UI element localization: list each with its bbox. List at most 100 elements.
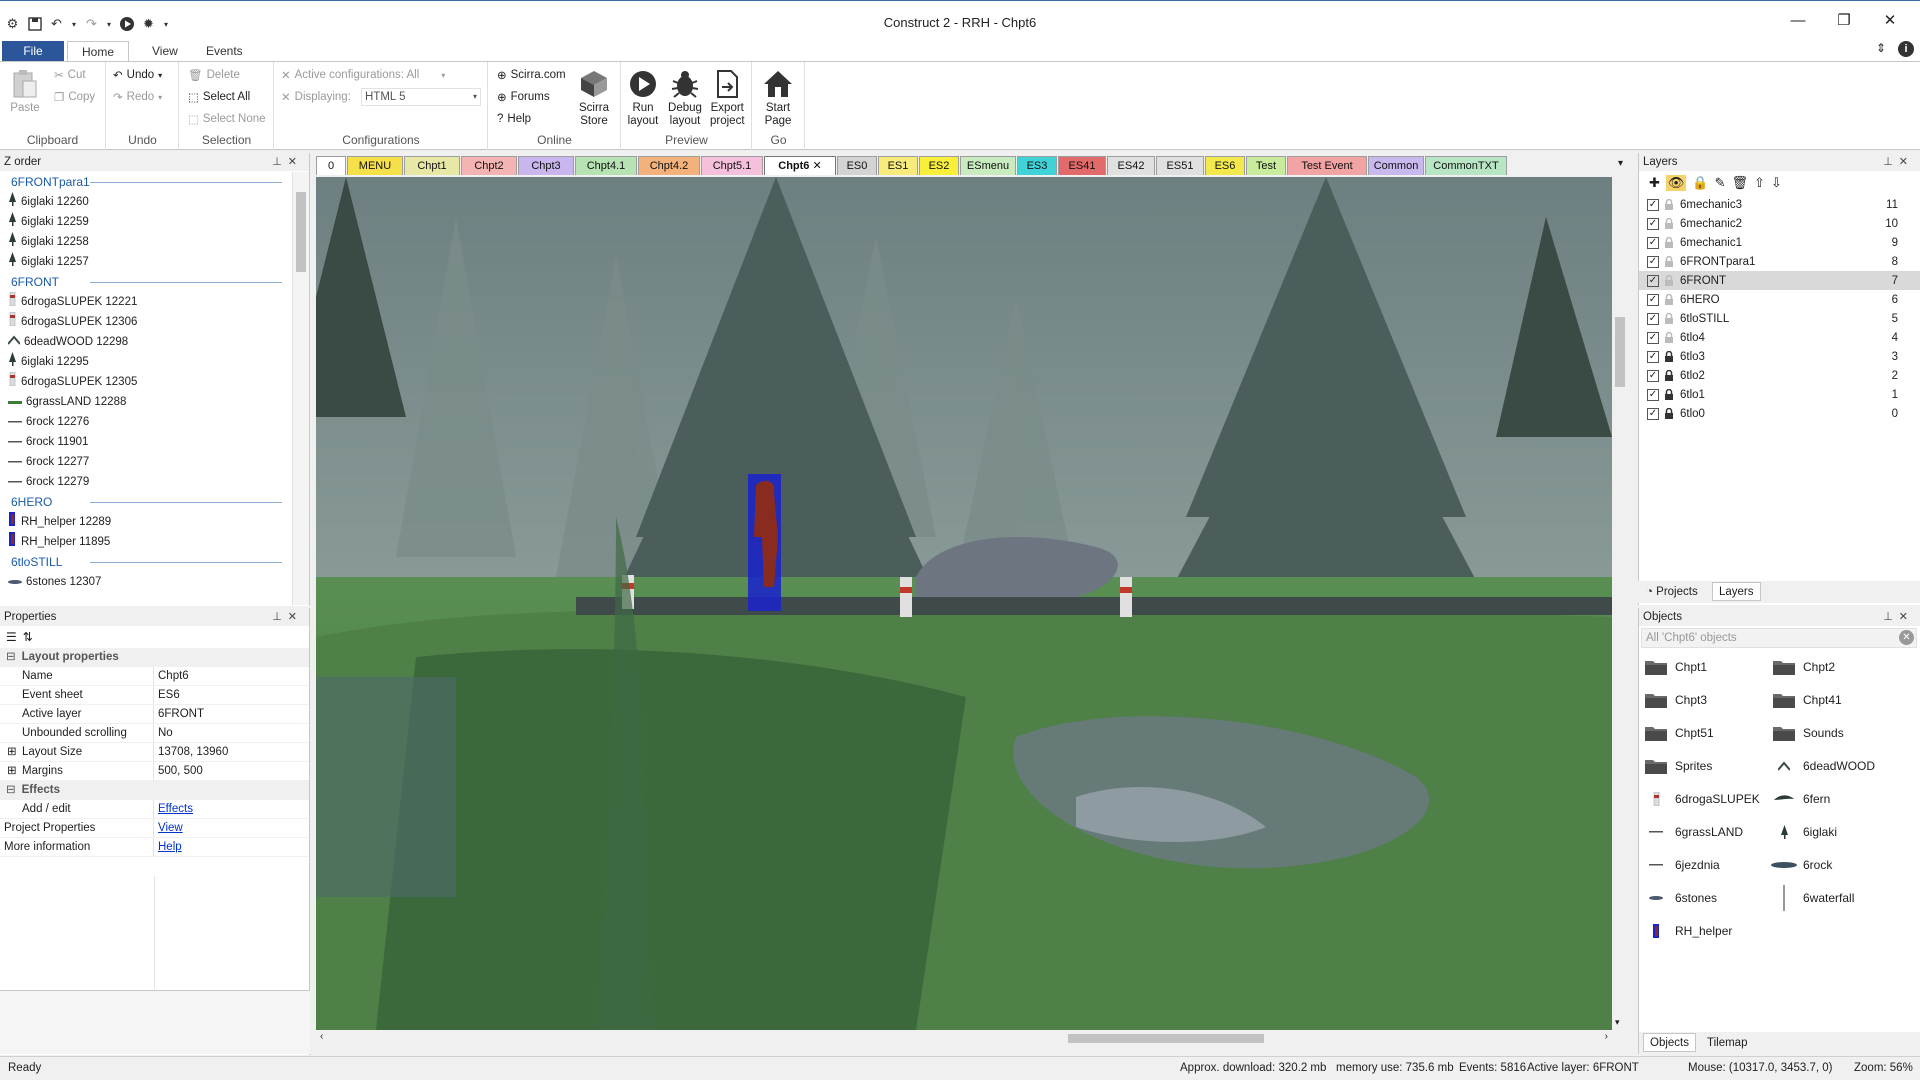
- move-up-icon[interactable]: ⇧: [1754, 175, 1765, 191]
- tab-commontxt[interactable]: CommonTXT: [1425, 156, 1507, 175]
- zorder-item[interactable]: 6rock 12279: [0, 472, 292, 492]
- tab-chpt4-1[interactable]: Chpt4.1: [575, 156, 637, 175]
- lock-icon[interactable]: [1663, 370, 1674, 381]
- delete-button[interactable]: 🗑 Delete: [188, 66, 240, 84]
- scirra-link[interactable]: ⊕ Scirra.com: [497, 66, 566, 84]
- tab-objects[interactable]: Objects: [1643, 1033, 1696, 1052]
- property-value[interactable]: No: [158, 727, 173, 739]
- layer-row[interactable]: ✓ 6tlo3 3: [1639, 347, 1920, 366]
- object-item[interactable]: 6iglaki: [1771, 819, 1906, 845]
- collapse-icon[interactable]: ⊟: [6, 784, 16, 796]
- horizontal-scroll-thumb[interactable]: [1068, 1034, 1264, 1043]
- filter-clear-icon[interactable]: ✕: [1899, 630, 1914, 645]
- tab-0[interactable]: 0: [316, 156, 346, 175]
- layer-visible-checkbox[interactable]: ✓: [1647, 236, 1659, 249]
- property-row[interactable]: Name Chpt6: [0, 667, 309, 686]
- layer-row[interactable]: ✓ 6tloSTILL 5: [1639, 309, 1920, 328]
- property-row[interactable]: Unbounded scrolling No: [0, 724, 309, 743]
- property-row[interactable]: ⊞ Margins 500, 500: [0, 762, 309, 781]
- zorder-item[interactable]: 6stones 12307: [0, 572, 292, 592]
- layer-visible-checkbox[interactable]: ✓: [1647, 369, 1659, 382]
- zorder-scroll-thumb[interactable]: [296, 192, 306, 272]
- tab-es6[interactable]: ES6: [1205, 156, 1245, 175]
- object-item[interactable]: Chpt2: [1771, 654, 1906, 680]
- object-item[interactable]: 6waterfall: [1771, 885, 1906, 911]
- tab-es51[interactable]: ES51: [1156, 156, 1204, 175]
- help-link[interactable]: ? Help: [497, 110, 531, 128]
- property-value[interactable]: ES6: [158, 689, 180, 701]
- tab-view[interactable]: View: [138, 41, 192, 62]
- scroll-right-arrow-icon[interactable]: ›: [1605, 1031, 1608, 1042]
- object-item[interactable]: 6fern: [1771, 786, 1906, 812]
- pin-close-icons[interactable]: ⊥✕: [272, 153, 303, 171]
- object-item[interactable]: Sprites: [1643, 753, 1778, 779]
- objects-filter-input[interactable]: All 'Chpt6' objects ✕: [1641, 628, 1917, 648]
- property-value[interactable]: Chpt6: [158, 670, 189, 682]
- tab-chpt2[interactable]: Chpt2: [461, 156, 517, 175]
- zorder-item[interactable]: 6iglaki 12295: [0, 351, 292, 372]
- tab-test-event[interactable]: Test Event: [1287, 156, 1367, 175]
- property-value[interactable]: Effects: [158, 803, 193, 815]
- run-layout-button[interactable]: Run layout: [626, 68, 660, 128]
- property-row[interactable]: Add / edit Effects: [0, 800, 309, 819]
- layer-row[interactable]: ✓ 6FRONTpara1 8: [1639, 252, 1920, 271]
- zorder-layer-group[interactable]: 6FRONT: [0, 272, 292, 292]
- cut-button[interactable]: ✂ Cut: [54, 66, 86, 84]
- zorder-scrollbar[interactable]: [292, 172, 309, 605]
- pin-close-icons[interactable]: ⊥✕: [1883, 153, 1914, 171]
- tab-common[interactable]: Common: [1368, 156, 1424, 175]
- property-category[interactable]: ⊟ Layout properties: [0, 648, 309, 667]
- layer-row[interactable]: ✓ 6mechanic2 10: [1639, 214, 1920, 233]
- zorder-item[interactable]: RH_helper 11895: [0, 531, 292, 552]
- tabs-overflow-chevron-icon[interactable]: ▾: [1618, 158, 1623, 169]
- edit-icon[interactable]: ✎: [1715, 175, 1726, 191]
- tab-es42[interactable]: ES42: [1107, 156, 1155, 175]
- tab-layers[interactable]: Layers: [1712, 582, 1761, 601]
- displaying-select[interactable]: HTML 5 ▾: [361, 88, 481, 106]
- zorder-item[interactable]: 6drogaSLUPEK 12221: [0, 291, 292, 312]
- zorder-item[interactable]: 6rock 12277: [0, 452, 292, 472]
- object-item[interactable]: 6jezdnia: [1643, 852, 1778, 878]
- layout-canvas[interactable]: [316, 177, 1612, 1030]
- delete-layer-icon[interactable]: 🗑: [1732, 175, 1749, 191]
- unlock-icon[interactable]: [1663, 199, 1674, 210]
- undo-button[interactable]: ↶ Undo ▾: [113, 66, 162, 84]
- layer-visible-checkbox[interactable]: ✓: [1647, 312, 1659, 325]
- tab-home[interactable]: Home: [67, 41, 130, 62]
- layer-visible-checkbox[interactable]: ✓: [1647, 331, 1659, 344]
- zorder-item[interactable]: 6deadWOOD 12298: [0, 332, 292, 352]
- layer-visible-checkbox[interactable]: ✓: [1647, 388, 1659, 401]
- unlock-icon[interactable]: [1663, 313, 1674, 324]
- property-row[interactable]: Event sheet ES6: [0, 686, 309, 705]
- tab-esmenu[interactable]: ESmenu: [960, 156, 1016, 175]
- tab-projects[interactable]: ◔ Projects: [1642, 583, 1702, 601]
- vertical-scroll-thumb[interactable]: [1615, 317, 1625, 387]
- expand-icon[interactable]: ⊞: [7, 762, 17, 780]
- export-project-button[interactable]: Export project: [710, 68, 745, 128]
- object-item[interactable]: Chpt51: [1643, 720, 1778, 746]
- layer-row[interactable]: ✓ 6tlo1 1: [1639, 385, 1920, 404]
- layer-visible-checkbox[interactable]: ✓: [1647, 274, 1659, 287]
- lock-icon[interactable]: [1663, 389, 1674, 400]
- close-button[interactable]: ✕: [1867, 5, 1913, 35]
- unlock-icon[interactable]: [1663, 218, 1674, 229]
- object-item[interactable]: 6deadWOOD: [1771, 753, 1906, 779]
- unlock-icon[interactable]: [1663, 237, 1674, 248]
- pin-close-icons[interactable]: ⊥✕: [1883, 608, 1914, 626]
- layer-row[interactable]: ✓ 6tlo0 0: [1639, 404, 1920, 423]
- debug-layout-button[interactable]: Debug layout: [668, 68, 702, 128]
- property-row[interactable]: ⊞ Layout Size 13708, 13960: [0, 743, 309, 762]
- pin-close-icons[interactable]: ⊥✕: [272, 608, 303, 626]
- lock-icon[interactable]: 🔒: [1692, 175, 1708, 191]
- layer-row[interactable]: ✓ 6FRONT 7: [1639, 271, 1920, 290]
- property-value[interactable]: 6FRONT: [158, 708, 204, 720]
- tab-es2[interactable]: ES2: [919, 156, 959, 175]
- property-category[interactable]: ⊟ Effects: [0, 781, 309, 800]
- lock-icon[interactable]: [1663, 351, 1674, 362]
- zorder-item[interactable]: 6drogaSLUPEK 12306: [0, 311, 292, 332]
- zorder-item[interactable]: 6grassLAND 12288: [0, 392, 292, 412]
- expand-icon[interactable]: ⊞: [7, 743, 17, 761]
- zorder-item[interactable]: RH_helper 12289: [0, 511, 292, 532]
- unlock-icon[interactable]: [1663, 275, 1674, 286]
- zorder-layer-group[interactable]: 6tloSTILL: [0, 552, 292, 572]
